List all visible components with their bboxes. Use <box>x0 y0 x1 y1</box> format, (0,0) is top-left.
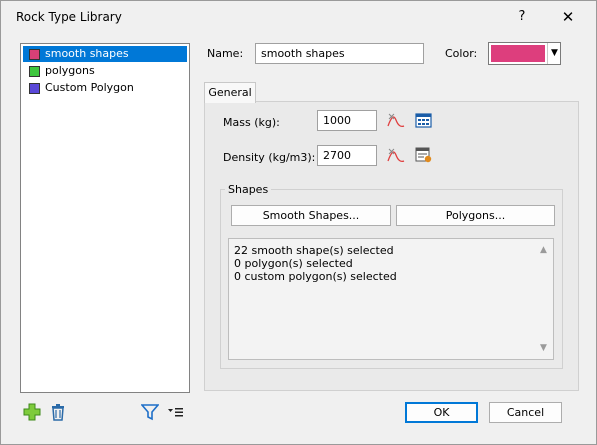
list-item-label: polygons <box>45 64 95 77</box>
distribution-icon[interactable] <box>387 147 405 163</box>
shapes-group-label: Shapes <box>225 183 272 196</box>
color-swatch-icon <box>29 49 40 60</box>
title-bar: Rock Type Library ? ✕ <box>1 1 596 33</box>
polygons-button[interactable]: Polygons... <box>396 205 555 226</box>
color-preview <box>491 45 545 62</box>
calculator-icon[interactable] <box>415 113 432 128</box>
name-label: Name: <box>207 47 244 60</box>
cancel-button[interactable]: Cancel <box>489 402 562 423</box>
summary-line: 0 polygon(s) selected <box>234 257 353 270</box>
tab-general[interactable]: General <box>204 82 256 103</box>
name-field[interactable]: smooth shapes <box>255 43 424 64</box>
distribution-icon[interactable] <box>387 112 405 128</box>
color-swatch-icon <box>29 83 40 94</box>
mass-field[interactable]: 1000 <box>317 110 377 131</box>
density-field[interactable]: 2700 <box>317 145 377 166</box>
ok-button[interactable]: OK <box>405 402 478 423</box>
close-button[interactable]: ✕ <box>556 7 580 27</box>
filter-icon[interactable] <box>141 403 159 421</box>
add-icon[interactable] <box>23 403 41 421</box>
summary-line: 22 smooth shape(s) selected <box>234 244 394 257</box>
list-item-polygons[interactable]: polygons <box>23 63 187 79</box>
list-item-label: smooth shapes <box>45 47 129 60</box>
mass-label: Mass (kg): <box>223 116 280 129</box>
help-button[interactable]: ? <box>510 7 534 27</box>
summary-line: 0 custom polygon(s) selected <box>234 270 397 283</box>
scroll-down-icon[interactable]: ▼ <box>540 343 547 353</box>
rock-type-list[interactable]: smooth shapes polygons Custom Polygon <box>20 43 190 393</box>
list-item-label: Custom Polygon <box>45 81 134 94</box>
trash-icon[interactable] <box>49 403 67 421</box>
density-label: Density (kg/m3): <box>223 151 316 164</box>
material-table-icon[interactable] <box>415 147 432 163</box>
chevron-down-icon[interactable]: ▼ <box>547 43 561 64</box>
vertical-scrollbar[interactable]: ▲ ▼ <box>537 239 553 359</box>
color-label: Color: <box>445 47 478 60</box>
smooth-shapes-button[interactable]: Smooth Shapes... <box>231 205 391 226</box>
color-picker[interactable]: ▼ <box>488 42 561 65</box>
list-item-smooth-shapes[interactable]: smooth shapes <box>23 46 187 62</box>
list-item-custom-polygon[interactable]: Custom Polygon <box>23 80 187 96</box>
rock-type-library-dialog: Rock Type Library ? ✕ smooth shapes poly… <box>0 0 597 445</box>
shapes-summary[interactable]: 22 smooth shape(s) selected 0 polygon(s)… <box>228 238 554 360</box>
list-options-icon[interactable] <box>167 405 185 419</box>
window-title: Rock Type Library <box>16 10 122 24</box>
color-swatch-icon <box>29 66 40 77</box>
scroll-up-icon[interactable]: ▲ <box>540 245 547 255</box>
